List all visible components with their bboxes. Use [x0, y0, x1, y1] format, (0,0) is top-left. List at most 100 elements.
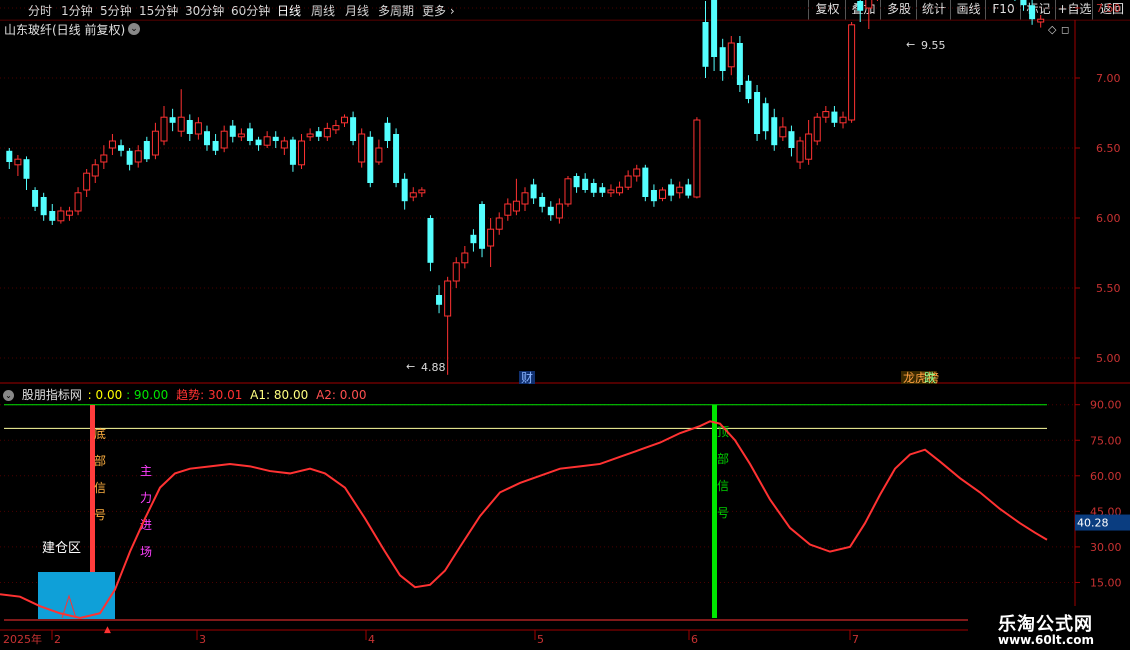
candle-body	[1037, 18, 1045, 23]
candle-body	[212, 141, 219, 151]
candle-body	[788, 131, 795, 148]
candle-body	[461, 252, 469, 264]
candle-body	[521, 192, 529, 205]
candle-body	[74, 192, 82, 212]
candle-body	[83, 172, 91, 191]
candle-body	[779, 126, 787, 138]
candle-body	[289, 139, 296, 165]
candle-body	[323, 127, 331, 138]
main-force-char: 力	[140, 491, 152, 505]
trend-line	[0, 420, 1048, 620]
candle-body	[108, 140, 116, 149]
a2-value: A2: 0.00	[316, 388, 367, 402]
candle-body	[91, 164, 99, 177]
min-arrow: ←	[406, 360, 415, 373]
candle-body	[848, 24, 856, 121]
candle-body	[624, 175, 632, 188]
candle-body	[762, 103, 769, 132]
main-force-char: 主	[140, 464, 152, 478]
candle-body	[512, 200, 520, 212]
candle-body	[151, 130, 159, 156]
candle-body	[6, 150, 13, 162]
candle-body	[169, 117, 176, 123]
candle-body	[719, 47, 726, 71]
watermark-line2: www.60lt.com	[998, 633, 1095, 647]
candle-body	[32, 190, 39, 207]
candle-body	[427, 218, 434, 263]
candle-body	[143, 141, 150, 160]
indicator-name[interactable]: 股朋指标网	[22, 388, 82, 402]
price-tick-label: 7.50	[1096, 2, 1121, 15]
candle-body	[332, 125, 340, 131]
candle-body	[547, 206, 554, 216]
candle-body	[57, 210, 65, 222]
candle-body	[805, 133, 813, 160]
price-tick-label: 5.00	[1096, 352, 1121, 365]
candle-body	[14, 158, 22, 166]
top-signal-char: 号	[717, 506, 729, 520]
candle-body	[194, 122, 202, 135]
candle-body	[23, 159, 30, 179]
candle-body	[452, 262, 460, 282]
chart-area: ◇◻9.509.008.508.007.507.006.506.005.505.…	[0, 0, 1130, 646]
price-tick-label: 6.00	[1096, 212, 1121, 225]
candle-body	[255, 139, 262, 146]
candle-body	[177, 116, 185, 132]
signal-up-arrow: ▲	[104, 625, 111, 635]
candle-body	[272, 136, 279, 141]
candle-body	[263, 136, 271, 146]
candle-body	[470, 234, 477, 244]
month-label: 6	[691, 633, 698, 646]
bottom-signal-char: 部	[94, 453, 106, 468]
max-price-label: 9.55	[921, 39, 946, 52]
min-price-label: 4.88	[421, 361, 446, 374]
candle-body	[487, 228, 495, 247]
candle-body	[555, 203, 563, 219]
candle-body	[668, 184, 675, 196]
chevron-down-icon[interactable]: ⌄	[3, 390, 14, 401]
candle-body	[40, 197, 47, 216]
candle-body	[315, 131, 322, 137]
candle-body	[822, 111, 830, 118]
candle-body	[100, 154, 108, 163]
candle-body	[702, 22, 709, 67]
month-label: 3	[199, 633, 206, 646]
candle-body	[693, 119, 701, 198]
candle-body	[659, 189, 667, 199]
month-label: 5	[537, 633, 544, 646]
bottom-signal-char: 信	[94, 481, 106, 495]
candle-body	[633, 168, 641, 177]
build-zone-label: 建仓区	[42, 541, 81, 556]
candle-body	[711, 0, 718, 57]
value-a: : 0.00	[87, 388, 123, 402]
candle-body	[590, 183, 597, 193]
candle-body	[220, 130, 228, 149]
event-limit-label: 跌	[924, 370, 936, 385]
candle-body	[539, 197, 546, 207]
candle-body	[298, 140, 306, 166]
candle-body	[754, 92, 761, 134]
candle-body	[582, 178, 589, 190]
candle-body	[796, 140, 804, 163]
candle-body	[607, 189, 615, 194]
candle-body	[393, 134, 400, 183]
month-label: 4	[368, 633, 375, 646]
ind-tick-label: 60.00	[1090, 470, 1122, 483]
candle-body	[839, 116, 847, 124]
square-icon: ◻	[1061, 25, 1069, 36]
candle-body	[479, 204, 486, 249]
candle-body	[564, 178, 572, 205]
candle-body	[367, 136, 374, 183]
candle-body	[118, 145, 125, 151]
top-signal-char: 信	[717, 479, 729, 493]
candle-body	[745, 80, 752, 99]
price-tick-label: 7.00	[1096, 72, 1121, 85]
candle-body	[736, 43, 743, 85]
candle-body	[280, 140, 288, 149]
candle-body	[642, 167, 649, 197]
candle-body	[375, 147, 383, 163]
a1-value: A1: 80.00	[250, 388, 309, 402]
candle-body	[160, 116, 168, 142]
candle-body	[771, 117, 778, 146]
current-value-label: 40.28	[1077, 517, 1109, 530]
